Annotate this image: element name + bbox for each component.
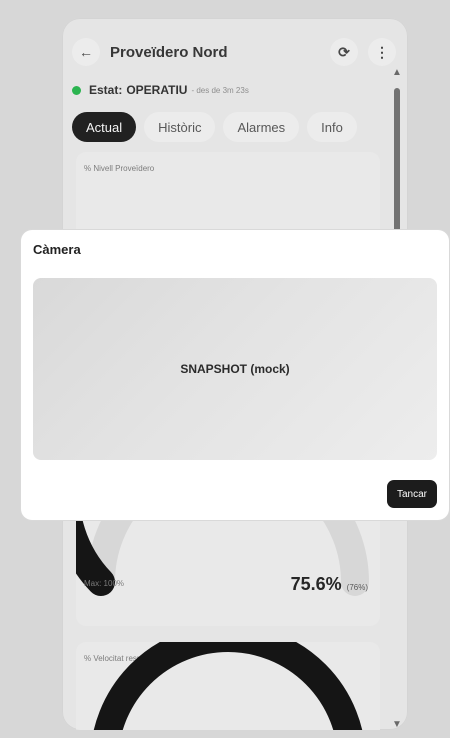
snapshot-label: SNAPSHOT (mock) (180, 362, 290, 376)
screen: ← Proveïdero Nord ⟳ ⋮ Estat: OPERATIU - … (0, 0, 450, 738)
camera-modal-title: Càmera (33, 242, 81, 257)
camera-snapshot: SNAPSHOT (mock) (33, 278, 437, 460)
camera-modal: Càmera SNAPSHOT (mock) Tancar (21, 230, 449, 520)
close-button[interactable]: Tancar (386, 480, 437, 508)
